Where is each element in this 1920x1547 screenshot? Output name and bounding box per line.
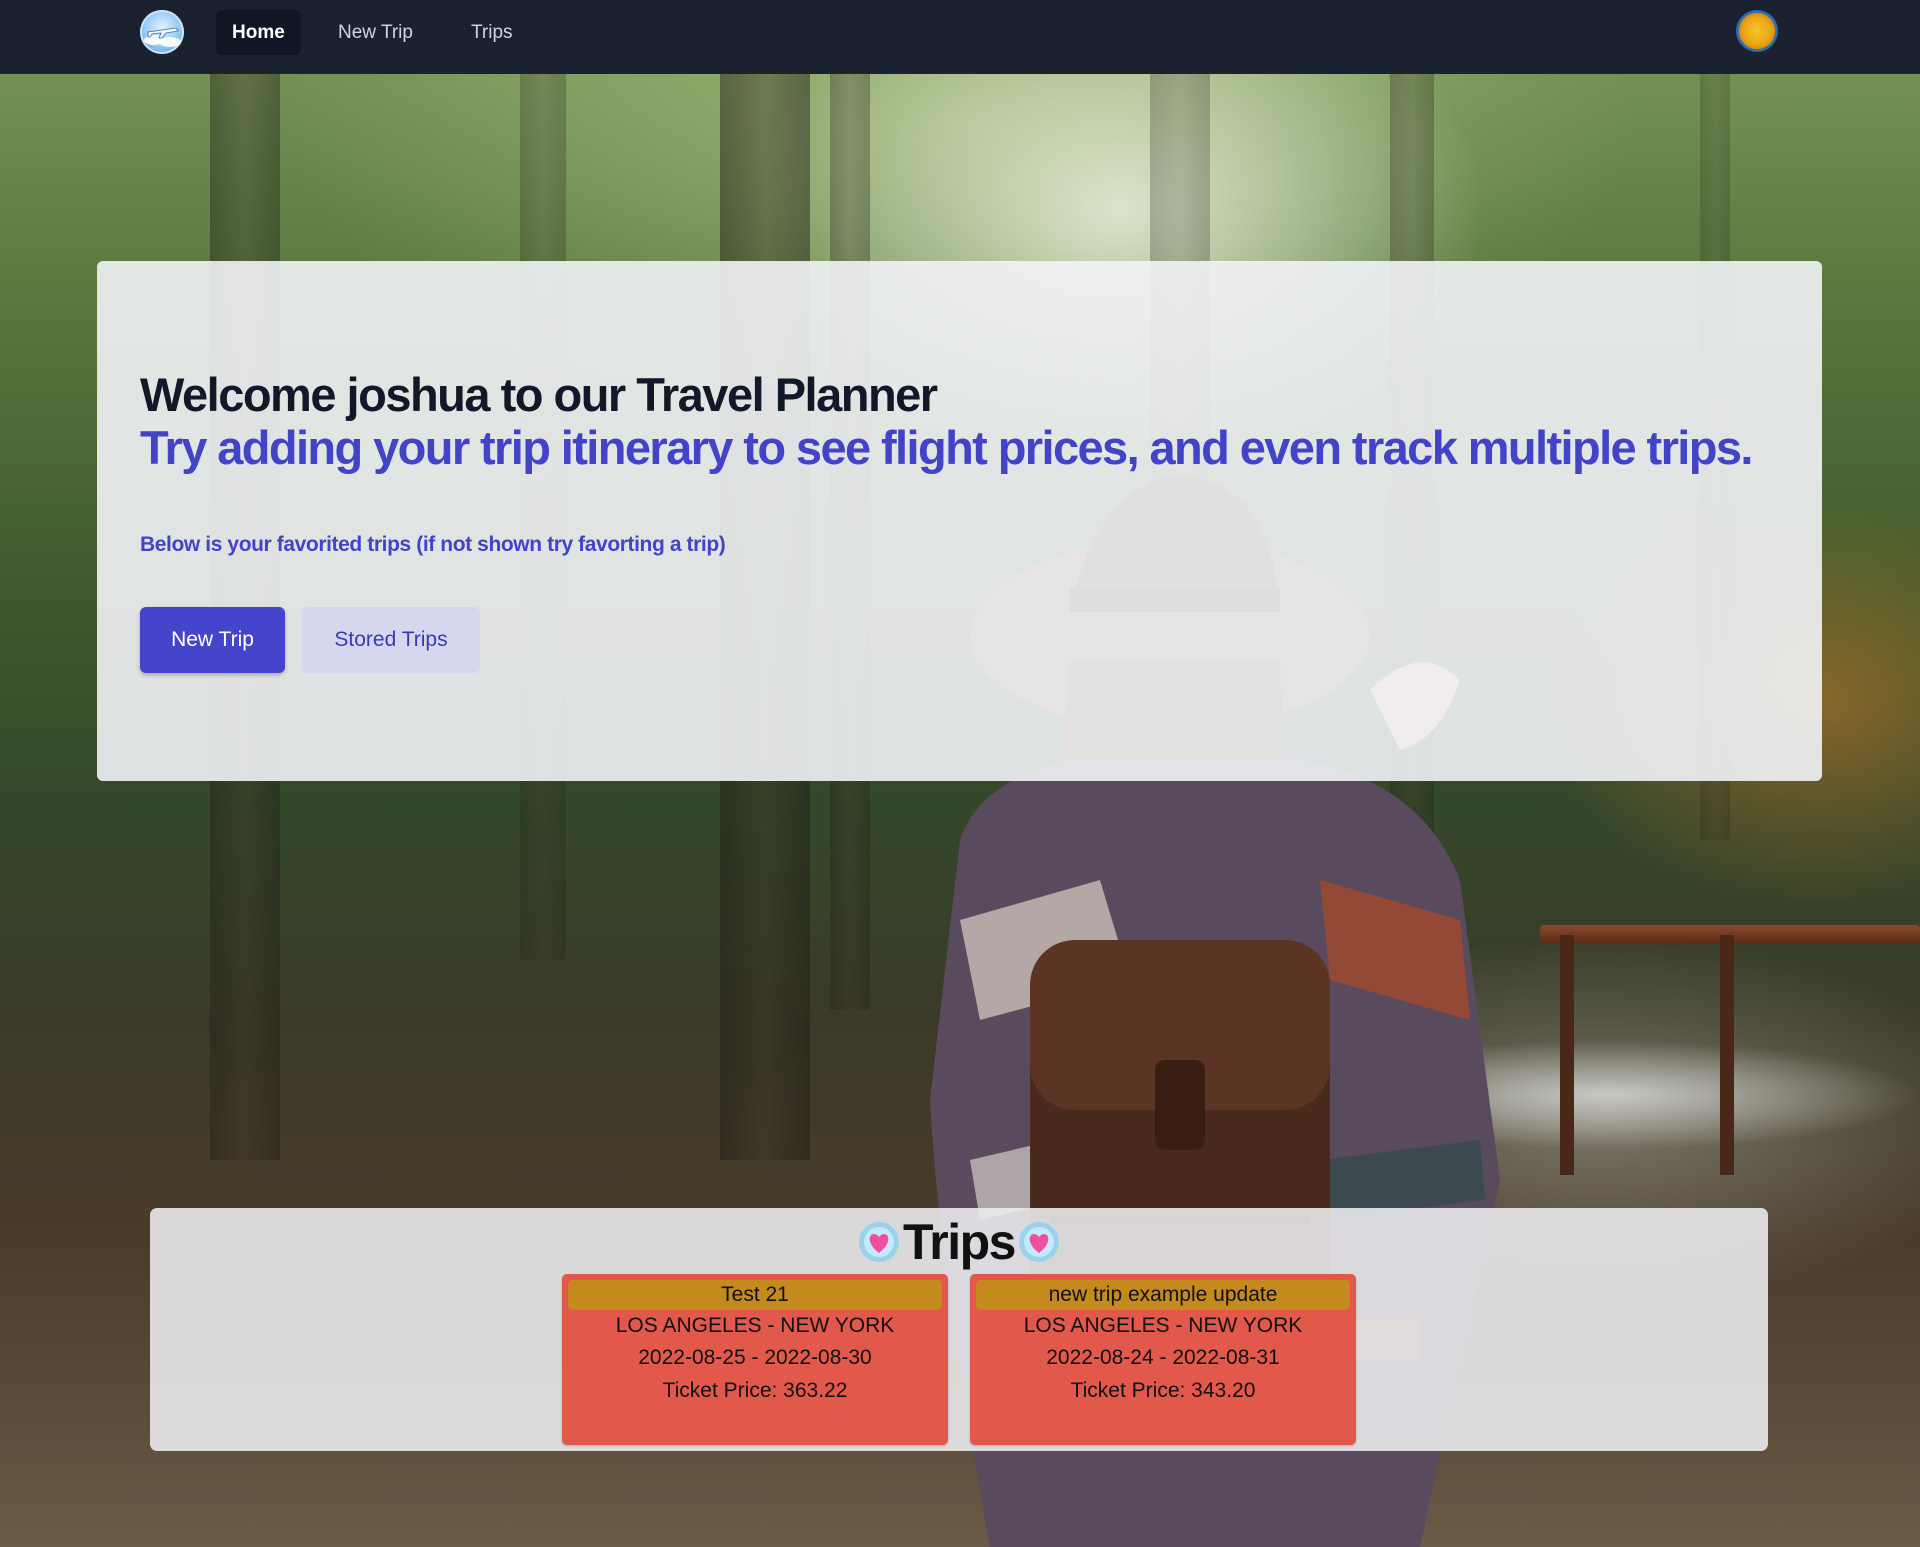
app-logo-icon[interactable] <box>140 10 184 54</box>
hero-card: Welcome joshua to our Travel Planner Try… <box>97 261 1822 781</box>
heart-icon <box>1018 1222 1059 1262</box>
trip-route: LOS ANGELES - NEW YORK <box>1023 1314 1303 1337</box>
nav-trips-link[interactable]: Trips <box>455 10 529 55</box>
new-trip-button[interactable]: New Trip <box>140 607 285 673</box>
stored-trips-button[interactable]: Stored Trips <box>302 607 480 673</box>
trip-price: Ticket Price: 363.22 <box>662 1379 848 1402</box>
trips-heading: Trips <box>150 1212 1768 1272</box>
trip-price: Ticket Price: 343.20 <box>1070 1379 1256 1402</box>
favorites-note: Below is your favorited trips (if not sh… <box>140 533 726 556</box>
trip-card[interactable]: Test 21 LOS ANGELES - NEW YORK 2022-08-2… <box>562 1274 948 1445</box>
nav-home-link[interactable]: Home <box>216 10 301 55</box>
trip-dates: 2022-08-25 - 2022-08-30 <box>638 1346 872 1369</box>
welcome-heading: Welcome joshua to our Travel Planner <box>140 368 938 421</box>
trip-name: new trip example update <box>976 1280 1350 1310</box>
favorite-trips-panel: Trips Test 21 LOS ANGELES - NEW YORK 202… <box>150 1208 1768 1451</box>
trip-name: Test 21 <box>568 1280 942 1310</box>
heart-icon <box>859 1222 899 1262</box>
trip-dates: 2022-08-24 - 2022-08-31 <box>1046 1346 1280 1369</box>
trip-card[interactable]: new trip example update LOS ANGELES - NE… <box>970 1274 1356 1445</box>
trips-title: Trips <box>903 1214 1016 1270</box>
nav-new-trip-link[interactable]: New Trip <box>322 10 429 55</box>
user-avatar-icon[interactable] <box>1736 10 1778 52</box>
hero-subtitle: Try adding your trip itinerary to see fl… <box>140 421 1753 474</box>
top-navbar: Home New Trip Trips <box>0 0 1920 74</box>
trip-route: LOS ANGELES - NEW YORK <box>615 1314 895 1337</box>
